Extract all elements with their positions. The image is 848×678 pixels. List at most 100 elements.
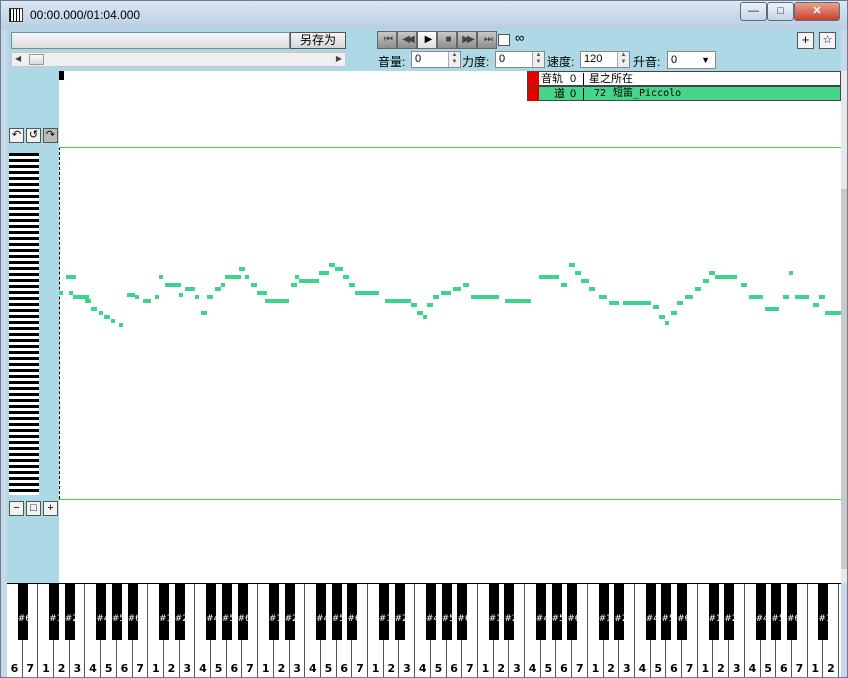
note[interactable] [765, 307, 779, 311]
note[interactable] [59, 291, 63, 295]
note[interactable] [749, 295, 763, 299]
note[interactable] [165, 283, 181, 287]
note[interactable] [257, 291, 267, 295]
note[interactable] [427, 303, 433, 307]
scroll-right-icon[interactable]: ▶ [336, 54, 342, 63]
note[interactable] [201, 311, 207, 315]
black-key[interactable]: #4 [645, 584, 659, 640]
favorite-star-button[interactable]: ☆ [819, 32, 836, 49]
note[interactable] [677, 301, 683, 305]
note[interactable] [665, 321, 669, 325]
black-key[interactable]: #6 [787, 584, 800, 640]
note[interactable] [813, 303, 819, 307]
note[interactable] [91, 307, 97, 311]
note[interactable] [135, 295, 139, 299]
black-key[interactable]: #5 [111, 584, 125, 640]
note[interactable] [355, 291, 379, 295]
black-key[interactable]: #2 [284, 584, 298, 640]
note[interactable] [575, 271, 581, 275]
note[interactable] [251, 283, 257, 287]
note[interactable] [265, 299, 289, 303]
minimize-button[interactable]: — [740, 2, 767, 21]
note[interactable] [671, 311, 677, 315]
undo-button[interactable]: ↶ [9, 128, 24, 143]
black-key[interactable]: #5 [441, 584, 455, 640]
note[interactable] [225, 275, 241, 279]
black-key[interactable]: #6 [347, 584, 361, 640]
rewind-button[interactable]: ◀◀ [397, 31, 417, 49]
skip-start-button[interactable]: ⏮ [377, 31, 397, 49]
note[interactable] [349, 283, 355, 287]
stop-button[interactable]: ■ [437, 31, 457, 49]
note[interactable] [185, 287, 195, 291]
black-key[interactable]: #4 [425, 584, 439, 640]
note[interactable] [609, 301, 619, 305]
note[interactable] [589, 287, 595, 291]
redo-button[interactable]: ↷ [43, 128, 58, 143]
reset-button[interactable]: ↺ [26, 128, 41, 143]
note[interactable] [653, 305, 659, 309]
black-key[interactable]: #2 [64, 584, 78, 640]
black-key[interactable]: #1 [598, 584, 612, 640]
maximize-button[interactable]: □ [767, 2, 794, 21]
black-key[interactable]: #1 [488, 584, 502, 640]
note[interactable] [789, 271, 793, 275]
channel-row[interactable]: 道 0 72 短笛_Piccolo [527, 86, 841, 101]
black-key[interactable]: #4 [96, 584, 109, 640]
velocity-stepper[interactable]: 0 ▲ ▼ [495, 51, 545, 68]
scroll-left-icon[interactable]: ◀ [15, 54, 21, 63]
add-button[interactable]: + [797, 32, 814, 49]
note[interactable] [685, 295, 693, 299]
save-as-button[interactable]: 另存为 [290, 32, 346, 49]
note[interactable] [795, 295, 809, 299]
note[interactable] [245, 275, 249, 279]
note[interactable] [825, 311, 841, 315]
close-button[interactable]: ✕ [794, 2, 840, 21]
black-key[interactable]: #1 [268, 584, 282, 640]
title-bar[interactable]: 00:00.000/01:04.000 — □ ✕ [1, 1, 847, 29]
note[interactable] [539, 275, 559, 279]
note[interactable] [215, 287, 221, 291]
note[interactable] [195, 295, 199, 299]
note[interactable] [319, 271, 329, 275]
black-key[interactable]: #6 [457, 584, 471, 640]
black-key[interactable]: #5 [221, 584, 235, 640]
note[interactable] [343, 275, 349, 279]
volume-stepper[interactable]: 0 ▲ ▼ [411, 51, 461, 68]
black-key[interactable]: #2 [504, 584, 518, 640]
black-key[interactable]: #6 [127, 584, 141, 640]
note[interactable] [471, 295, 499, 299]
playhead-marker[interactable] [59, 71, 64, 80]
black-key[interactable]: #1 [159, 584, 172, 640]
vertical-scrollbar-thumb[interactable] [841, 189, 847, 569]
note[interactable] [221, 283, 225, 287]
transpose-select[interactable]: 0 ▼ [667, 51, 716, 69]
black-key[interactable]: #6 [17, 584, 31, 640]
note[interactable] [99, 311, 103, 315]
black-key[interactable]: #2 [724, 584, 737, 640]
vertical-piano-keys[interactable] [9, 153, 39, 495]
zoom-fit-button[interactable]: □ [26, 501, 41, 516]
scrollbar-thumb[interactable] [29, 54, 44, 65]
note[interactable] [155, 295, 159, 299]
track-row[interactable]: 音轨 0 星之所在 [527, 71, 841, 86]
black-key[interactable]: #4 [206, 584, 219, 640]
black-key[interactable]: #2 [174, 584, 188, 640]
note[interactable] [433, 295, 439, 299]
note[interactable] [66, 275, 76, 279]
black-key[interactable]: #2 [614, 584, 628, 640]
stepper-arrows-icon[interactable]: ▲ ▼ [532, 52, 544, 67]
note[interactable] [335, 267, 343, 271]
black-key[interactable]: #1 [708, 584, 722, 640]
note[interactable] [85, 299, 91, 303]
tempo-stepper[interactable]: 120 ▲ ▼ [580, 51, 630, 68]
note[interactable] [411, 303, 417, 307]
black-key[interactable]: #4 [535, 584, 549, 640]
note[interactable] [385, 299, 411, 303]
note[interactable] [423, 315, 427, 319]
note[interactable] [159, 275, 163, 279]
black-key[interactable]: #6 [567, 584, 580, 640]
note[interactable] [291, 283, 297, 287]
note[interactable] [111, 319, 115, 323]
note[interactable] [143, 299, 151, 303]
